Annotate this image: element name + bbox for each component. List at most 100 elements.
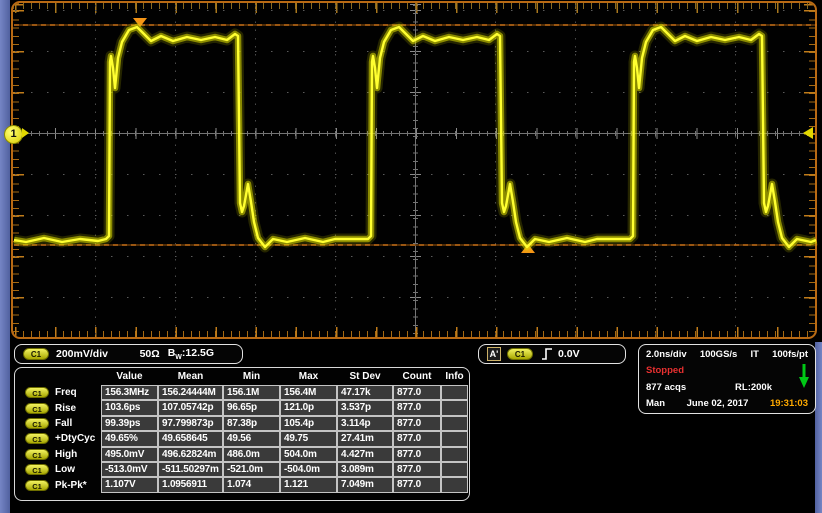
measurement-value: 156.3MHz: [101, 385, 158, 401]
window-left-rail: [0, 0, 10, 513]
channel1-position-marker[interactable]: 1: [4, 125, 23, 144]
trigger-channel-badge[interactable]: C1: [507, 348, 533, 360]
trigger-level: 0.0V: [558, 348, 580, 360]
measurement-min: 96.65p: [223, 400, 280, 416]
trigger-level-arrow[interactable]: [803, 127, 813, 139]
trigger-mode: Man: [646, 397, 665, 409]
resolution: 100fs/pt: [772, 349, 808, 360]
measurement-source-badge[interactable]: C1: [25, 402, 49, 414]
measurement-row[interactable]: C1 Low -513.0mV -511.50297m -521.0m -504…: [15, 461, 469, 478]
measurement-table-header: Value Mean Min Max St Dev Count Info: [15, 370, 469, 385]
measurement-name: +DtyCyc: [55, 433, 96, 445]
acq-count: 877 acqs: [646, 381, 687, 393]
measurement-value: 103.6ps: [101, 400, 158, 416]
measurement-source-badge[interactable]: C1: [25, 479, 49, 491]
scroll-down-arrow-icon[interactable]: [798, 363, 810, 392]
channel-readout[interactable]: C1 200mV/div 50Ω BW:12.5G: [14, 344, 243, 364]
measurement-row[interactable]: C1 Fall 99.39ps 97.799873p 87.38p 105.4p…: [15, 415, 469, 432]
measurement-max: -504.0m: [280, 461, 337, 478]
measurement-value: -513.0mV: [101, 461, 158, 478]
measurement-max: 504.0m: [280, 446, 337, 462]
col-header-stdev: St Dev: [349, 371, 381, 382]
col-header-mean: Mean: [177, 371, 204, 382]
measurement-stdev: 47.17k: [337, 385, 393, 401]
window-right-rail: [815, 342, 822, 513]
col-header-value: Value: [116, 371, 143, 382]
measurement-max: 105.4p: [280, 415, 337, 432]
measurement-name: Pk-Pk*: [55, 479, 87, 491]
measurement-min: 49.56: [223, 431, 280, 447]
measurement-count: 877.0: [393, 431, 441, 447]
sample-rate: 100GS/s: [699, 349, 738, 360]
measurement-row[interactable]: C1 Freq 156.3MHz 156.24444M 156.1M 156.4…: [15, 385, 469, 401]
waveform-layer: [13, 18, 819, 253]
measurement-max: 156.4M: [280, 385, 337, 401]
vertical-scale: 200mV/div: [56, 348, 108, 360]
measurement-count: 877.0: [393, 385, 441, 401]
measurement-count: 877.0: [393, 400, 441, 416]
trigger-source-badge: A': [487, 347, 501, 361]
waveform-trace-band: [13, 23, 818, 251]
measurement-min: 156.1M: [223, 385, 280, 401]
measurement-count: 877.0: [393, 446, 441, 462]
measurement-name: Fall: [55, 417, 73, 429]
measurement-source-badge[interactable]: C1: [25, 433, 49, 445]
measurement-stdev: 3.537p: [337, 400, 393, 416]
measurement-value: 495.0mV: [101, 446, 158, 462]
col-header-info: Info: [445, 371, 464, 382]
measurement-count: 877.0: [393, 415, 441, 432]
acquisition-readout[interactable]: 2.0ns/div 100GS/s IT 100fs/pt Stopped 87…: [638, 344, 816, 414]
measurement-count: 877.0: [393, 461, 441, 478]
measurement-stdev: 3.114p: [337, 415, 393, 432]
measurement-min: -521.0m: [223, 461, 280, 478]
waveform-trace: [13, 25, 817, 249]
measurement-info: [441, 461, 468, 478]
measurement-max: 49.75: [280, 431, 337, 447]
measurement-source-badge[interactable]: C1: [25, 387, 49, 399]
measurement-stdev: 27.41m: [337, 431, 393, 447]
measurement-mean: 1.0956911: [158, 477, 223, 493]
record-length: RL:200k: [735, 381, 772, 393]
measurement-name: Low: [55, 464, 75, 476]
measurement-min: 87.38p: [223, 415, 280, 432]
measurement-value: 1.107V: [101, 477, 158, 493]
measurement-row[interactable]: C1 +DtyCyc 49.65% 49.658645 49.56 49.75 …: [15, 431, 469, 447]
col-header-min: Min: [242, 371, 261, 382]
waveform-display: [10, 0, 822, 342]
acq-time: 19:31:03: [769, 397, 808, 409]
acq-date: June 02, 2017: [686, 397, 749, 409]
measurement-name: Rise: [55, 402, 77, 414]
measurement-info: [441, 400, 468, 416]
waveform-trace-glow: [13, 21, 819, 253]
measurement-mean: 156.24444M: [158, 385, 223, 401]
measurement-row[interactable]: C1 Pk-Pk* 1.107V 1.0956911 1.074 1.121 7…: [15, 477, 469, 493]
measurement-info: [441, 385, 468, 401]
measurement-name: Freq: [55, 387, 77, 399]
measurement-info: [441, 477, 468, 493]
measurement-info: [441, 431, 468, 447]
channel-badge[interactable]: C1: [23, 348, 49, 360]
termination: 50Ω: [139, 348, 160, 360]
measurement-max: 121.0p: [280, 400, 337, 416]
measurement-source-badge[interactable]: C1: [25, 448, 49, 460]
measurement-stdev: 4.427m: [337, 446, 393, 462]
col-header-count: Count: [402, 371, 432, 382]
measurement-source-badge[interactable]: C1: [25, 417, 49, 429]
trigger-readout[interactable]: A' C1 0.0V: [478, 344, 626, 364]
measurement-count: 877.0: [393, 477, 441, 493]
measurement-mean: 496.62824m: [158, 446, 223, 462]
channel1-marker-arrow-icon: [22, 128, 29, 138]
measurement-source-badge[interactable]: C1: [25, 464, 49, 476]
rising-edge-icon: [541, 346, 553, 362]
measurement-info: [441, 446, 468, 462]
acq-mode: IT: [750, 349, 759, 360]
measurement-mean: 49.658645: [158, 431, 223, 447]
measurement-value: 49.65%: [101, 431, 158, 447]
measurement-name: High: [55, 448, 78, 460]
measurement-row[interactable]: C1 Rise 103.6ps 107.05742p 96.65p 121.0p…: [15, 400, 469, 416]
measurement-stdev: 3.089m: [337, 461, 393, 478]
measurement-table: Value Mean Min Max St Dev Count Info C1 …: [14, 367, 470, 501]
measurement-row[interactable]: C1 High 495.0mV 496.62824m 486.0m 504.0m…: [15, 446, 469, 462]
bandwidth: BW:12.5G: [167, 346, 214, 362]
measurement-mean: 107.05742p: [158, 400, 223, 416]
